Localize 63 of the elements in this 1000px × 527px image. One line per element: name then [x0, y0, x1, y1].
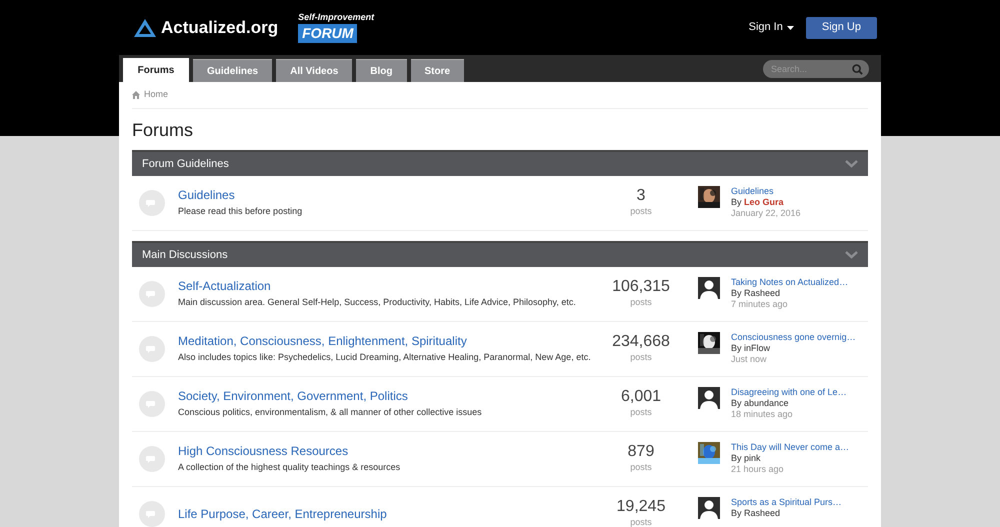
latest-author: By pink [731, 453, 762, 464]
chevron-icon[interactable] [845, 160, 858, 168]
post-count: 234,668 [612, 333, 670, 352]
logo-badge: FORUM [298, 24, 358, 42]
forum-title-link[interactable]: Society, Environment, Government, Politics [178, 388, 596, 404]
post-count-label: posts [630, 406, 652, 420]
latest-time: January 22, 2016 [731, 208, 801, 219]
latest-time: 7 minutes ago [731, 299, 789, 310]
breadcrumb-link[interactable]: Home [144, 88, 168, 102]
section-title: Forum Guidelines [142, 156, 229, 172]
latest-topic-link[interactable]: Taking Notes on Actualized… [731, 277, 848, 288]
logo-icon [133, 18, 157, 38]
section-title: Main Discussions [142, 248, 228, 263]
latest-author: By Rasheed [731, 288, 782, 299]
nav-tab[interactable]: Guidelines [193, 59, 272, 82]
forum-description: A collection of the highest quality teachings & resources [178, 461, 402, 474]
post-count-label: posts [630, 516, 652, 527]
forum-description: Please read this before posting [178, 205, 304, 218]
latest-time: Just now [731, 354, 768, 365]
post-count: 6,001 [620, 388, 662, 406]
nav-tab[interactable]: Store [410, 59, 464, 82]
latest-topic-link[interactable]: Consciousness gone overnig… [731, 332, 856, 343]
post-count-label: posts [630, 351, 652, 364]
nav-tab[interactable]: Blog [356, 59, 407, 82]
page-title: Forums [132, 119, 194, 142]
sign-in-link[interactable]: Sign In [748, 19, 794, 36]
forum-title-link[interactable]: Self-Actualization [178, 278, 596, 294]
latest-author: By Rasheed [731, 508, 782, 519]
post-count-label: posts [630, 205, 652, 218]
avatar-icon [698, 387, 720, 409]
search-icon [852, 64, 863, 74]
forum-title-link[interactable]: Meditation, Consciousness, Enlightenment, Spirituality [178, 333, 596, 350]
nav-tab[interactable]: All Videos [276, 59, 352, 82]
latest-author: By inFlow [731, 343, 772, 354]
caret-icon [786, 26, 794, 30]
post-count-label: posts [630, 296, 652, 310]
post-count: 3 [636, 187, 646, 206]
post-count-label: posts [630, 461, 652, 474]
latest-author: By Leo Gura [731, 197, 785, 208]
forum-description: Conscious politics, environmentalism, & all manner of other collective issues [178, 406, 483, 420]
forum-description: Also includes topics like: Psychedelics, Lucid Dreaming, Alternative Healing, Paranormal, New Age, etc. [178, 351, 592, 364]
post-count: 106,315 [612, 278, 670, 296]
forum-description: Main discussion area. General Self-Help, Success, Productivity, Habits, Life Advice, Philosophy, etc. [178, 296, 577, 310]
post-count: 19,245 [616, 498, 666, 516]
avatar-icon [698, 497, 720, 519]
nav-tab[interactable]: Forums [123, 58, 189, 82]
forum-title-link[interactable]: Guidelines [178, 187, 596, 204]
sign-up-button[interactable]: Sign Up [806, 16, 877, 38]
latest-author: By abundance [731, 398, 790, 409]
latest-topic-link[interactable]: This Day will Never come a… [731, 442, 850, 453]
logo-tagline: Self-Improvement [298, 12, 374, 22]
latest-topic-link[interactable]: Sports as a Spiritual Purs… [731, 497, 842, 508]
forum-title-link[interactable]: Life Purpose, Career, Entrepreneurship [178, 506, 596, 522]
avatar-icon [698, 277, 720, 299]
forum-title-link[interactable]: High Consciousness Resources [178, 443, 596, 460]
latest-topic-link[interactable]: Disagreeing with one of Le… [731, 387, 847, 398]
latest-topic-link[interactable]: Guidelines [731, 186, 801, 197]
post-count: 879 [628, 443, 654, 462]
latest-time: 18 minutes ago [731, 409, 794, 420]
chevron-icon[interactable] [845, 251, 858, 259]
latest-time: 21 hours ago [731, 464, 785, 475]
home-icon [132, 91, 140, 99]
logo-text: Actualized.org [161, 16, 278, 39]
